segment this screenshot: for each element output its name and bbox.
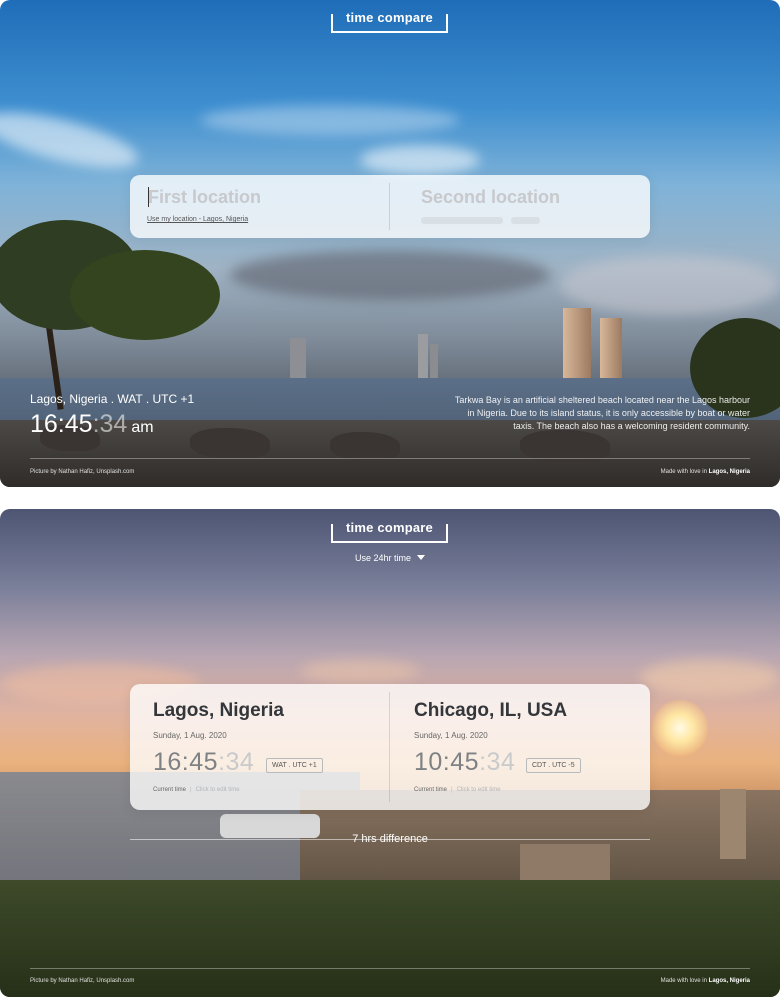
made-prefix: Made with love in bbox=[660, 469, 709, 475]
current-location-line: Lagos, Nigeria . WAT . UTC +1 bbox=[30, 392, 195, 406]
chevron-down-icon bbox=[417, 555, 426, 560]
made-place: Lagos, Nigeria bbox=[708, 469, 750, 475]
second-location-input[interactable]: Second location bbox=[421, 187, 560, 208]
clock-hours-minutes: 16:45 bbox=[30, 410, 93, 438]
location-2-time[interactable]: 10:45:34 bbox=[414, 748, 515, 777]
cloud bbox=[640, 659, 780, 695]
rock bbox=[190, 428, 270, 458]
made-place: Lagos, Nigeria bbox=[708, 978, 750, 984]
clock-ampm: am bbox=[131, 419, 154, 436]
use-my-location-link[interactable]: Use my location - Lagos, Nigeria bbox=[147, 216, 248, 223]
photo-credit[interactable]: Picture by Nathan Hafiz, Unsplash.com bbox=[30, 978, 134, 984]
skyscraper bbox=[563, 308, 591, 380]
time-difference-label: 7 hrs difference bbox=[352, 833, 428, 845]
separator: | bbox=[451, 787, 453, 793]
time-difference: 7 hrs difference bbox=[0, 833, 780, 845]
current-clock: 16:45:34 am bbox=[30, 410, 154, 439]
made-with-love: Made with love in Lagos, Nigeria bbox=[661, 978, 750, 984]
location-2-date: Sunday, 1 Aug. 2020 bbox=[414, 731, 488, 740]
location-1-timezone-badge: WAT . UTC +1 bbox=[266, 758, 323, 773]
made-with-love: Made with love in Lagos, Nigeria bbox=[661, 469, 750, 475]
brand-title: time compare bbox=[346, 10, 433, 25]
skyscraper bbox=[600, 318, 622, 380]
rock bbox=[330, 432, 400, 460]
skyscraper bbox=[430, 344, 438, 380]
skyscraper bbox=[418, 334, 428, 380]
sun bbox=[652, 700, 708, 756]
location-2-hours-minutes: 10:45 bbox=[414, 748, 480, 776]
location-2-city[interactable]: Chicago, IL, USA bbox=[414, 700, 567, 722]
brand-logo[interactable]: time compare bbox=[331, 521, 448, 543]
location-2-timezone-badge: CDT . UTC -5 bbox=[526, 758, 581, 773]
location-2-seconds: :34 bbox=[479, 748, 516, 776]
made-prefix: Made with love in bbox=[660, 978, 709, 984]
text-caret bbox=[148, 187, 149, 207]
card-divider bbox=[389, 692, 390, 802]
cloud bbox=[300, 659, 420, 683]
location-search-card: First location Use my location - Lagos, … bbox=[130, 175, 650, 238]
edit-time-link[interactable]: Click to edit time bbox=[457, 787, 501, 793]
lagos-screen: time compare First location Use my locat… bbox=[0, 0, 780, 487]
cloud bbox=[560, 255, 780, 315]
building bbox=[720, 789, 746, 859]
time-format-toggle[interactable]: Use 24hr time bbox=[0, 553, 780, 563]
footer-divider bbox=[30, 458, 750, 459]
footer-divider bbox=[30, 968, 750, 969]
current-time-label: Current time bbox=[153, 787, 187, 793]
suggestion-placeholder bbox=[511, 217, 540, 224]
location-1-date: Sunday, 1 Aug. 2020 bbox=[153, 731, 227, 740]
brand-title: time compare bbox=[346, 520, 433, 535]
location-2-time-status: Current time | Click to edit time bbox=[414, 787, 501, 793]
tree-canopy bbox=[70, 250, 220, 340]
current-time-label: Current time bbox=[414, 787, 448, 793]
edit-time-link[interactable]: Click to edit time bbox=[196, 787, 240, 793]
brand-logo[interactable]: time compare bbox=[331, 11, 448, 33]
location-1-hours-minutes: 16:45 bbox=[153, 748, 219, 776]
skyscraper bbox=[290, 338, 306, 380]
photo-credit[interactable]: Picture by Nathan Hafiz, Unsplash.com bbox=[30, 469, 134, 475]
cloud bbox=[360, 145, 480, 175]
suggestion-placeholder bbox=[421, 217, 503, 224]
location-1-city[interactable]: Lagos, Nigeria bbox=[153, 700, 284, 722]
clock-seconds: :34 bbox=[92, 410, 128, 438]
building bbox=[520, 844, 610, 884]
comparison-card: Lagos, Nigeria Sunday, 1 Aug. 2020 16:45… bbox=[130, 684, 650, 810]
card-divider bbox=[389, 183, 390, 230]
first-location-input[interactable]: First location bbox=[148, 187, 261, 208]
location-1-seconds: :34 bbox=[218, 748, 255, 776]
time-format-label: Use 24hr time bbox=[354, 553, 412, 563]
cloud bbox=[230, 250, 550, 300]
location-1-time-status: Current time | Click to edit time bbox=[153, 787, 240, 793]
location-1-time[interactable]: 16:45:34 bbox=[153, 748, 254, 777]
location-description: Tarkwa Bay is an artificial sheltered be… bbox=[454, 395, 750, 431]
cloud bbox=[200, 105, 460, 135]
separator: | bbox=[190, 787, 192, 793]
